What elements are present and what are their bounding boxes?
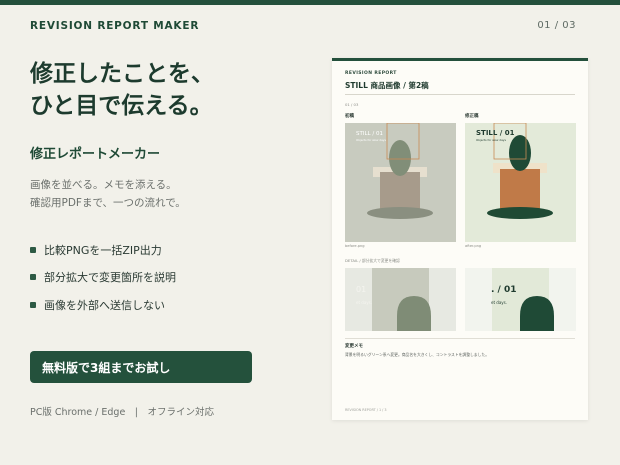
before-crop-subtext: et days.	[356, 300, 372, 305]
memo-divider	[345, 338, 575, 339]
description: 画像を並べる。メモを添える。 確認用PDFまで、一つの流れで。	[30, 176, 186, 212]
headline: 修正したことを、 ひと目で伝える。	[30, 58, 320, 122]
brand-name: REVISION REPORT MAKER	[30, 20, 200, 32]
before-label: 初稿	[345, 114, 354, 119]
report-preview: REVISION REPORT STILL 商品画像 / 第2稿 01 / 03…	[332, 58, 588, 420]
platform-note: PC版 Chrome / Edge | オフライン対応	[30, 407, 214, 418]
description-line-2: 確認用PDFまで、一つの流れで。	[30, 197, 186, 209]
bullet-icon	[30, 301, 36, 308]
after-crop-text: . / 01	[491, 285, 517, 295]
after-crop-subtext: et days.	[491, 300, 507, 305]
report-page-number: 01 / 03	[345, 102, 359, 107]
before-filename: before.png	[345, 244, 365, 248]
top-accent-bar	[0, 0, 620, 5]
page-indicator: 01 / 03	[537, 20, 576, 31]
after-tagline: Objects for slow days	[476, 138, 506, 142]
after-still-text: STILL / 01	[476, 129, 515, 137]
before-tagline: Objects for slow days	[356, 138, 386, 142]
headline-line-2: ひと目で伝える。	[30, 93, 213, 119]
after-filename: after.png	[465, 244, 482, 248]
after-detail-crop: . / 01 et days.	[465, 268, 576, 331]
detail-label: DETAIL / 部分拡大で変更を確認	[345, 258, 400, 263]
feature-item: 部分拡大で変更箇所を説明	[30, 264, 176, 292]
feature-label: 比較PNGを一括ZIP出力	[44, 243, 162, 257]
report-title: STILL 商品画像 / 第2稿	[345, 81, 429, 90]
bullet-icon	[30, 274, 36, 281]
free-trial-button[interactable]: 無料版で3組までお試し	[30, 351, 252, 383]
description-line-1: 画像を並べる。メモを添える。	[30, 179, 177, 191]
before-detail-crop: 01 et days.	[345, 268, 456, 331]
report-footer: REVISION REPORT / 1 / 3	[345, 408, 387, 412]
report-kicker: REVISION REPORT	[345, 71, 397, 76]
after-image: STILL / 01 Objects for slow days	[465, 123, 576, 242]
before-still-text: STILL / 01	[356, 131, 383, 137]
report-divider	[345, 94, 575, 95]
feature-item: 比較PNGを一括ZIP出力	[30, 236, 176, 264]
memo-heading: 変更メモ	[345, 344, 363, 349]
feature-label: 画像を外部へ送信しない	[44, 298, 165, 312]
product-subtitle: 修正レポートメーカー	[30, 147, 161, 162]
headline-line-1: 修正したことを、	[30, 61, 214, 87]
feature-list: 比較PNGを一括ZIP出力 部分拡大で変更箇所を説明 画像を外部へ送信しない	[30, 236, 176, 319]
after-label: 修正稿	[465, 114, 479, 119]
memo-text: 背景を明るいグリーン系へ変更。商品名を大きくし、コントラストを調整しました。	[345, 352, 490, 357]
before-crop-text: 01	[356, 285, 366, 294]
before-image: STILL / 01 Objects for slow days	[345, 123, 456, 242]
feature-item: 画像を外部へ送信しない	[30, 291, 176, 319]
bullet-icon	[30, 246, 36, 253]
feature-label: 部分拡大で変更箇所を説明	[44, 271, 176, 285]
